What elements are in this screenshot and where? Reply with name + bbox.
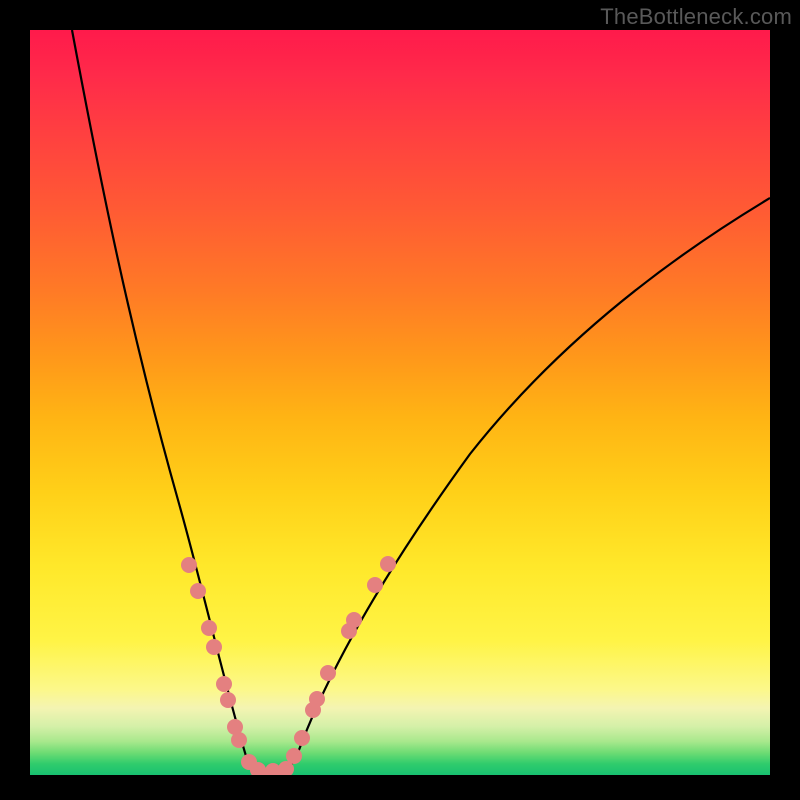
plot-area: [30, 30, 770, 775]
right-curve: [282, 198, 770, 772]
chart-frame: TheBottleneck.com: [0, 0, 800, 800]
left-curve: [72, 30, 262, 772]
watermark-text: TheBottleneck.com: [600, 4, 792, 30]
sample-dots: [181, 556, 396, 775]
curve-layer: [30, 30, 770, 775]
